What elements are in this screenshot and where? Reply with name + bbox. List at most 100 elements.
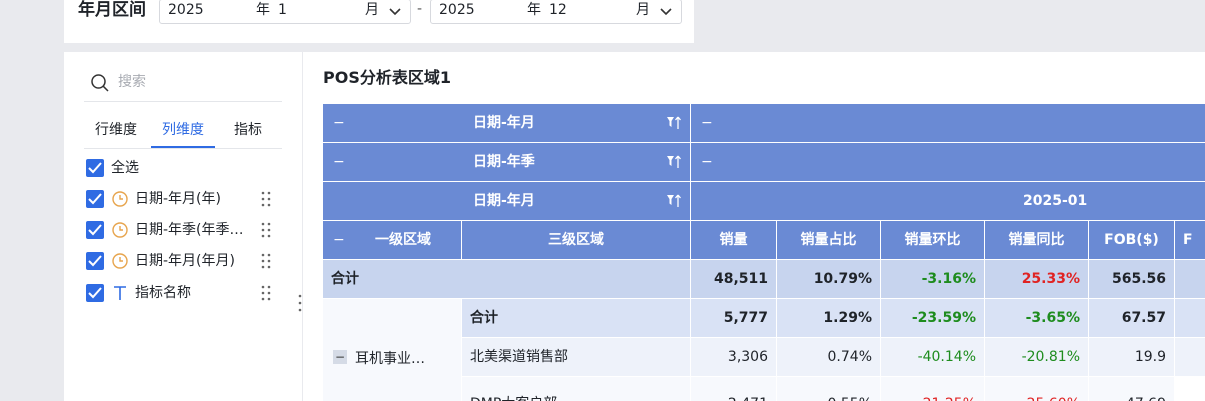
- field-item[interactable]: 指标名称: [86, 282, 286, 304]
- table-cell: 3,306: [691, 338, 777, 377]
- end-month-select[interactable]: 2025 年 12 月: [430, 0, 682, 24]
- column-header-ym[interactable]: − 日期-年月: [323, 104, 691, 143]
- field-label: 日期-年月(年月): [135, 253, 235, 269]
- subtotal-row-label: 合计: [462, 299, 691, 338]
- field-label: 指标名称: [135, 285, 191, 301]
- start-month-unit: 月: [365, 2, 379, 18]
- column-header-dim2[interactable]: 三级区域: [462, 221, 691, 260]
- start-year-value: 2025: [168, 2, 204, 18]
- end-month-unit: 月: [636, 2, 650, 18]
- field-panel: 搜索 行维度 列维度 指标 全选 日期-年月(年) 日期-年季(年季… 日期-年…: [64, 52, 302, 401]
- collapse-toggle[interactable]: −: [333, 350, 347, 364]
- pivot-table: − 日期-年月 − − 日期-年季 − 日期-年月 2025-01 − 一级区域: [323, 104, 1205, 401]
- column-header-dim1[interactable]: − 一级区域: [323, 221, 462, 260]
- subtotal-cell: -23.59%: [881, 299, 985, 338]
- group-cell[interactable]: − 耳机事业…: [323, 299, 462, 401]
- subtotal-cell: 5,777: [691, 299, 777, 338]
- end-year-unit: 年: [527, 2, 541, 18]
- header-label: 日期-年季: [473, 154, 535, 170]
- drag-handle-icon[interactable]: [258, 221, 274, 239]
- drag-handle-icon[interactable]: [258, 284, 274, 302]
- table-row-label: 北美渠道销售部: [462, 338, 691, 377]
- subtotal-cell: [1175, 299, 1205, 338]
- start-month-value: 1: [278, 2, 287, 18]
- table-cell: 19.9: [1089, 338, 1175, 377]
- period-header: 2025-01: [691, 182, 1205, 221]
- checkbox[interactable]: [86, 159, 104, 177]
- table-cell: -21.25%: [881, 377, 985, 401]
- total-cell: 48,511: [691, 260, 777, 299]
- field-item[interactable]: 日期-年月(年): [86, 188, 286, 210]
- page-title: POS分析表区域1: [323, 68, 451, 87]
- column-header-ym-values: −: [691, 104, 1205, 143]
- search-box[interactable]: 搜索: [84, 66, 282, 102]
- table-cell: 0.74%: [777, 338, 881, 377]
- start-year-unit: 年: [256, 2, 270, 18]
- end-month-value: 12: [549, 2, 567, 18]
- total-cell: 25.33%: [985, 260, 1089, 299]
- filter-sort-icon[interactable]: [666, 193, 682, 209]
- column-header-metric[interactable]: F: [1175, 221, 1205, 260]
- column-header-metric[interactable]: FOB($): [1089, 221, 1175, 260]
- column-header-ym-2[interactable]: 日期-年月: [323, 182, 691, 221]
- table-cell: 47.69: [1089, 377, 1175, 401]
- end-year-value: 2025: [439, 2, 475, 18]
- field-label: 全选: [111, 160, 139, 176]
- field-label: 日期-年季(年季…: [135, 222, 244, 238]
- total-row-label: 合计: [323, 260, 691, 299]
- table-cell: -25.60%: [985, 377, 1089, 401]
- column-header-metric[interactable]: 销量环比: [881, 221, 985, 260]
- clock-icon: [112, 253, 128, 269]
- header-label: 日期-年月: [473, 115, 535, 131]
- checkbox[interactable]: [86, 221, 104, 239]
- collapse-toggle[interactable]: −: [701, 143, 713, 181]
- checkbox[interactable]: [86, 252, 104, 270]
- collapse-toggle[interactable]: −: [701, 104, 713, 142]
- table-cell: [1175, 338, 1205, 377]
- table-row-label: DMP大客户部: [462, 377, 691, 401]
- total-cell: 565.56: [1089, 260, 1175, 299]
- tab-metrics[interactable]: 指标: [234, 120, 262, 148]
- table-cell: 2,471: [691, 377, 777, 401]
- range-separator: -: [417, 1, 423, 17]
- field-item[interactable]: 日期-年季(年季…: [86, 219, 286, 241]
- clock-icon: [112, 191, 128, 207]
- field-label: 日期-年月(年): [135, 191, 221, 207]
- subtotal-cell: -3.65%: [985, 299, 1089, 338]
- chevron-down-icon[interactable]: [386, 2, 404, 20]
- search-input[interactable]: 搜索: [118, 71, 146, 91]
- clock-icon: [112, 222, 128, 238]
- table-cell: -20.81%: [985, 338, 1089, 377]
- group-label: 耳机事业…: [355, 351, 425, 367]
- column-header-metric[interactable]: 销量占比: [777, 221, 881, 260]
- drag-handle-icon[interactable]: [258, 252, 274, 270]
- subtotal-cell: 67.57: [1089, 299, 1175, 338]
- collapse-toggle[interactable]: −: [333, 104, 345, 142]
- filter-sort-icon[interactable]: [666, 115, 682, 131]
- chevron-down-icon[interactable]: [657, 2, 675, 20]
- checkbox[interactable]: [86, 284, 104, 302]
- tab-column-dimension[interactable]: 列维度: [151, 120, 215, 148]
- checkbox[interactable]: [86, 190, 104, 208]
- filter-title: 年月区间: [78, 0, 146, 20]
- start-month-select[interactable]: 2025 年 1 月: [159, 0, 411, 24]
- date-range-filter: 年月区间 2025 年 1 月 - 2025 年 12 月: [64, 0, 694, 43]
- column-header-metric[interactable]: 销量: [691, 221, 777, 260]
- search-icon: [91, 74, 109, 92]
- subtotal-cell: 1.29%: [777, 299, 881, 338]
- total-cell: [1175, 260, 1205, 299]
- drag-handle-icon[interactable]: [258, 190, 274, 208]
- column-header-metric[interactable]: 销量同比: [985, 221, 1089, 260]
- collapse-toggle[interactable]: −: [333, 143, 345, 181]
- column-header-yq[interactable]: − 日期-年季: [323, 143, 691, 182]
- collapse-toggle[interactable]: −: [333, 221, 345, 259]
- filter-sort-icon[interactable]: [666, 154, 682, 170]
- header-label: 日期-年月: [473, 193, 535, 209]
- field-item[interactable]: 日期-年月(年月): [86, 250, 286, 272]
- dimension-tabs: 行维度 列维度 指标: [84, 116, 282, 149]
- table-cell: 0.55%: [777, 377, 881, 401]
- header-label: 一级区域: [375, 232, 431, 248]
- tab-row-dimension[interactable]: 行维度: [95, 120, 137, 148]
- table-cell: -40.14%: [881, 338, 985, 377]
- field-select-all[interactable]: 全选: [86, 157, 286, 179]
